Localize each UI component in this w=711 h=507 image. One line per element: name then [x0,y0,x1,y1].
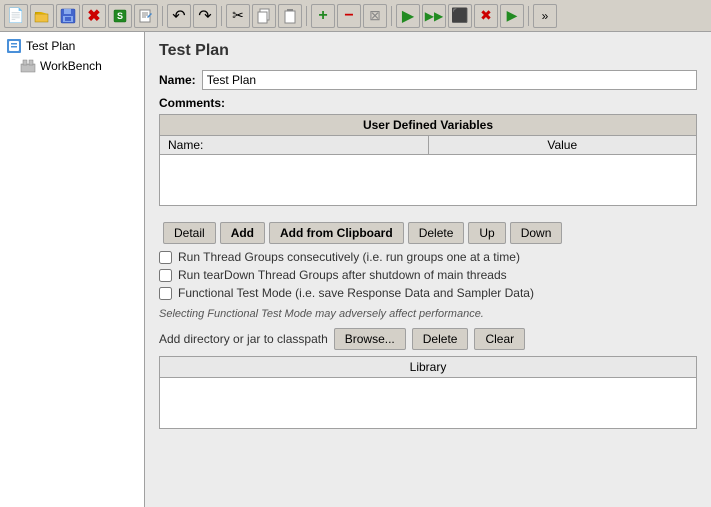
detail-button[interactable]: Detail [163,222,216,244]
add-node-button[interactable]: + [311,4,335,28]
library-body [160,378,696,428]
clear-button[interactable]: Clear [474,328,525,350]
clear-all-button[interactable]: ⊠ [363,4,387,28]
checkbox-section: Run Thread Groups consecutively (i.e. ru… [159,250,697,300]
delete-button[interactable]: Delete [408,222,465,244]
separator-2 [221,6,222,26]
classpath-row: Add directory or jar to classpath Browse… [159,328,697,350]
library-header: Library [160,357,696,378]
redo-button[interactable]: ↷ [193,4,217,28]
separator-3 [306,6,307,26]
cut-button[interactable]: ✂ [226,4,250,28]
run-no-pause-button[interactable]: ▶▶ [422,4,446,28]
udv-section: User Defined Variables Name: Value [159,114,697,206]
close-button[interactable]: ✖ [82,4,106,28]
toolbar: 📄 ✖ S ↶ ↷ ✂ + − ⊠ ▶ ▶▶ ⬛ ✖ ▶ » [0,0,711,32]
udv-body [160,155,696,205]
svg-text:S: S [117,11,123,21]
main-layout: Test Plan WorkBench Test Plan Name: Comm… [0,32,711,507]
save-all-button[interactable]: S [108,4,132,28]
classpath-label: Add directory or jar to classpath [159,332,328,346]
separator-5 [528,6,529,26]
sidebar-item-test-plan[interactable]: Test Plan [0,36,144,56]
browse-button[interactable]: Browse... [334,328,406,350]
checkbox-teardown-label: Run tearDown Thread Groups after shutdow… [178,268,507,282]
classpath-delete-button[interactable]: Delete [412,328,469,350]
copy-button[interactable] [252,4,276,28]
sidebar-item-workbench[interactable]: WorkBench [0,56,144,76]
checkbox-run-consecutively-label: Run Thread Groups consecutively (i.e. ru… [178,250,520,264]
udv-header: User Defined Variables [160,115,696,136]
remote-start-button[interactable]: ▶ [500,4,524,28]
checkbox-row-1: Run Thread Groups consecutively (i.e. ru… [159,250,697,264]
new-button[interactable]: 📄 [4,4,28,28]
add-from-clipboard-button[interactable]: Add from Clipboard [269,222,404,244]
sidebar: Test Plan WorkBench [0,32,145,507]
test-plan-label: Test Plan [26,39,75,53]
name-label: Name: [159,73,196,87]
content-area: Test Plan Name: Comments: User Defined V… [145,32,711,507]
checkbox-row-3: Functional Test Mode (i.e. save Response… [159,286,697,300]
edit-button[interactable] [134,4,158,28]
remove-node-button[interactable]: − [337,4,361,28]
test-plan-icon [6,38,22,54]
save-button[interactable] [56,4,80,28]
stop-now-button[interactable]: ✖ [474,4,498,28]
udv-col-name: Name: [160,136,429,154]
checkbox-row-2: Run tearDown Thread Groups after shutdow… [159,268,697,282]
run-button[interactable]: ▶ [396,4,420,28]
checkbox-functional-mode[interactable] [159,287,172,300]
library-section: Library [159,356,697,429]
workbench-icon [20,58,36,74]
more-button[interactable]: » [533,4,557,28]
udv-columns: Name: Value [160,136,696,155]
name-input[interactable] [202,70,697,90]
paste-button[interactable] [278,4,302,28]
udv-buttons: Detail Add Add from Clipboard Delete Up … [159,216,697,250]
comments-label: Comments: [159,96,697,110]
up-button[interactable]: Up [468,222,505,244]
name-field-row: Name: [159,70,697,90]
undo-button[interactable]: ↶ [167,4,191,28]
workbench-label: WorkBench [40,59,102,73]
down-button[interactable]: Down [510,222,563,244]
stop-button[interactable]: ⬛ [448,4,472,28]
checkbox-run-consecutively[interactable] [159,251,172,264]
add-button[interactable]: Add [220,222,265,244]
open-button[interactable] [30,4,54,28]
checkbox-teardown[interactable] [159,269,172,282]
checkbox-functional-mode-label: Functional Test Mode (i.e. save Response… [178,286,534,300]
functional-mode-note: Selecting Functional Test Mode may adver… [159,308,697,320]
separator-4 [391,6,392,26]
separator-1 [162,6,163,26]
udv-col-value: Value [429,136,697,154]
page-title: Test Plan [159,42,697,60]
